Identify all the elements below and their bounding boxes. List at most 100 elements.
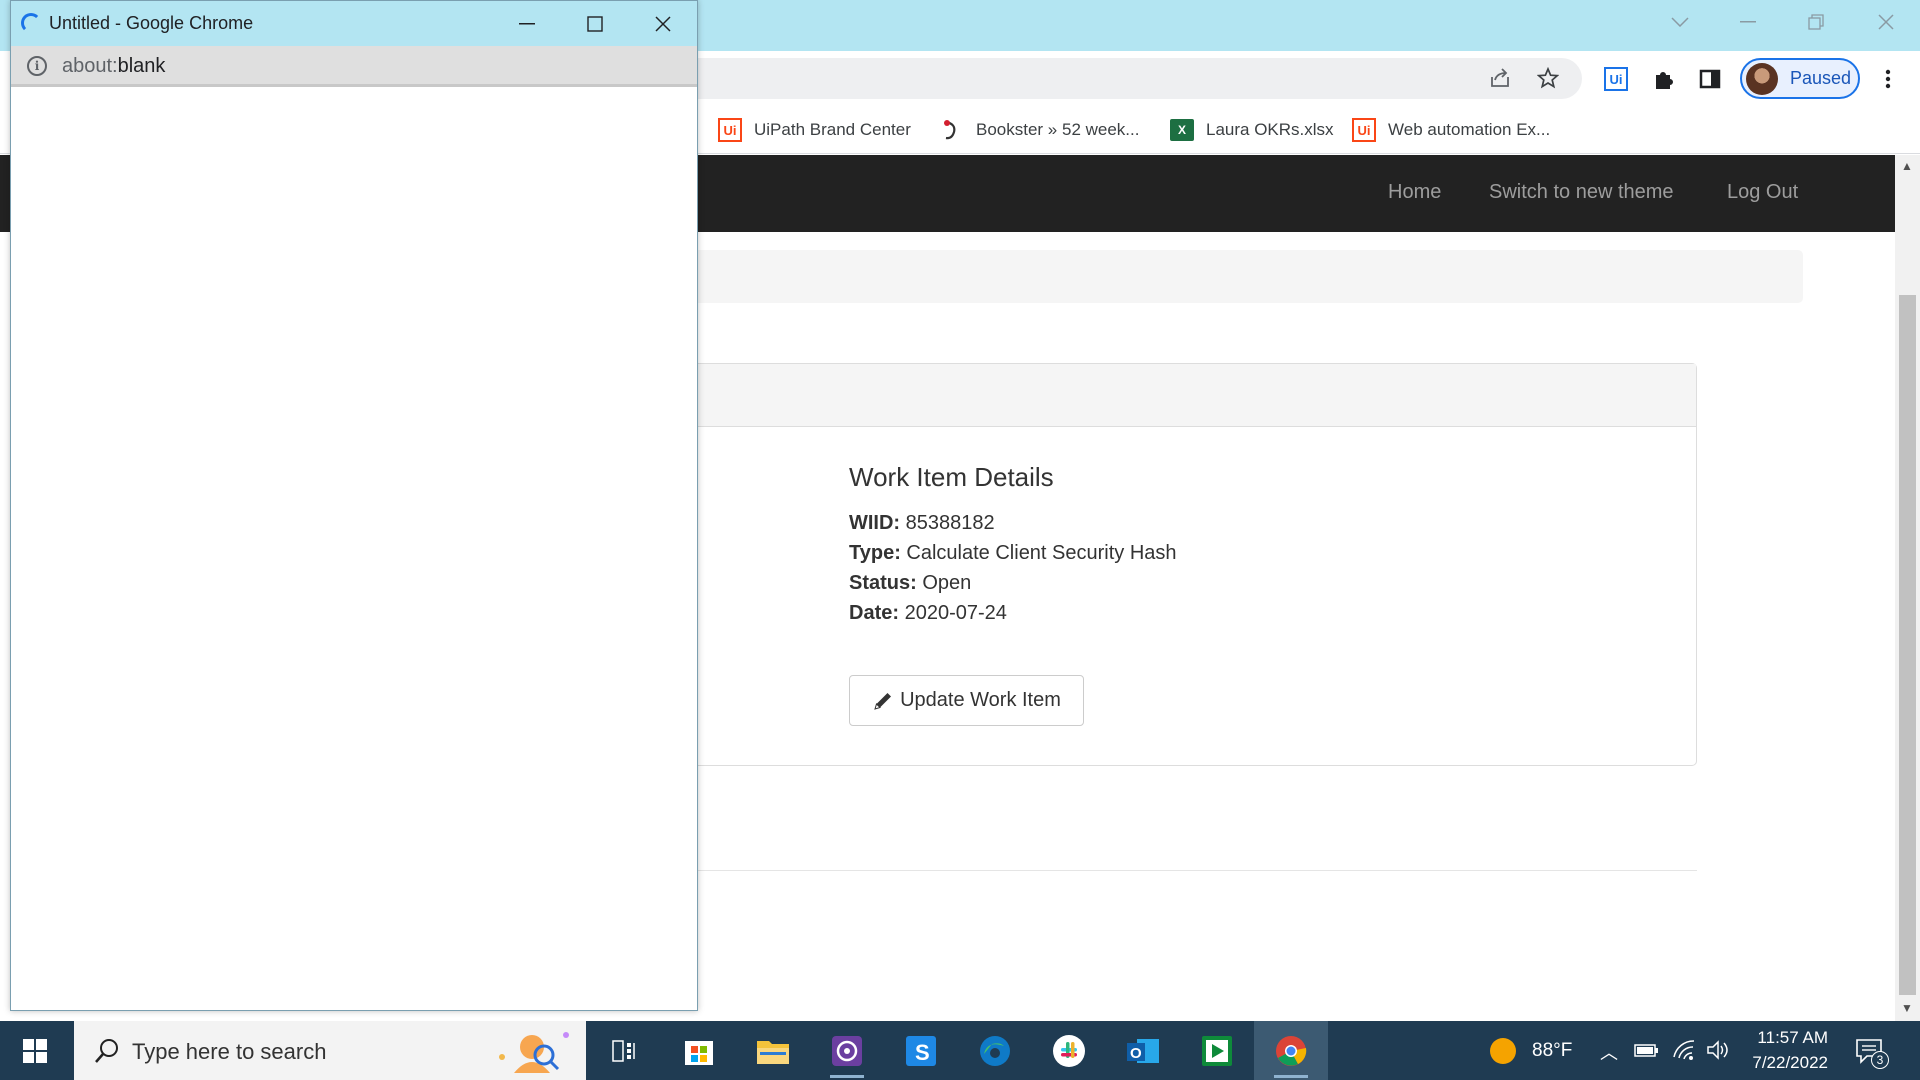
battery-icon[interactable] <box>1634 1041 1660 1059</box>
uipath-icon: Ui <box>718 118 742 142</box>
popup-maximize-button[interactable] <box>561 1 629 46</box>
wiid-value: 85388182 <box>905 512 995 534</box>
status-value: Open <box>922 572 972 594</box>
url-scheme: about: <box>62 55 118 77</box>
bookmark-web-automation[interactable]: Ui Web automation Ex... <box>1352 114 1550 146</box>
scroll-thumb[interactable] <box>1899 295 1916 995</box>
popup-titlebar[interactable]: Untitled - Google Chrome <box>11 1 697 46</box>
scroll-up-icon[interactable]: ▲ <box>1901 159 1913 173</box>
update-button-label: Update Work Item <box>900 689 1061 711</box>
extensions-puzzle-icon[interactable] <box>1647 63 1679 95</box>
page-scrollbar[interactable]: ▲ ▼ <box>1895 155 1920 1021</box>
close-window-button[interactable] <box>1852 0 1920 44</box>
search-highlight-icon <box>499 1032 569 1073</box>
type-value: Calculate Client Security Hash <box>906 542 1177 564</box>
clock-date[interactable]: 7/22/2022 <box>1738 1053 1828 1073</box>
avatar <box>1746 62 1778 95</box>
popup-minimize-button[interactable] <box>493 1 561 46</box>
task-view-button[interactable] <box>588 1021 662 1080</box>
side-panel-icon[interactable] <box>1694 63 1726 95</box>
taskbar-search-box[interactable]: Type here to search <box>74 1021 586 1080</box>
info-icon[interactable]: i <box>27 56 47 76</box>
taskbar-microsoft-store[interactable] <box>662 1021 736 1080</box>
url-host: blank <box>117 55 166 77</box>
wiid-label: WIID: <box>849 512 901 534</box>
windows-logo-icon <box>23 1038 47 1063</box>
address-bar[interactable] <box>650 58 1582 99</box>
date-value: 2020-07-24 <box>904 602 1007 624</box>
profile-status-label: Paused <box>1790 68 1852 88</box>
weather-sun-icon[interactable] <box>1490 1038 1516 1064</box>
popup-address-bar[interactable]: i about:blank <box>11 46 697 87</box>
volume-icon[interactable] <box>1706 1039 1730 1061</box>
folder-icon <box>757 1040 789 1064</box>
svg-text:O: O <box>1130 1045 1142 1062</box>
type-label: Type: <box>849 542 901 564</box>
popup-url: about:blank <box>62 55 165 78</box>
popup-close-button[interactable] <box>629 1 697 46</box>
taskbar-uipath-studio[interactable]: S <box>884 1021 958 1080</box>
nav-home-link[interactable]: Home <box>1388 181 1441 204</box>
windows-taskbar: Type here to search S O 88°F ︿ 11:57 AM … <box>0 1021 1920 1080</box>
running-indicator <box>1274 1075 1308 1078</box>
svg-text:S: S <box>915 1040 930 1065</box>
date-row: Date: 2020-07-24 <box>849 602 1007 625</box>
clock-time[interactable]: 11:57 AM <box>1748 1028 1828 1048</box>
minimize-button[interactable] <box>1714 0 1782 44</box>
profile-button[interactable]: Paused <box>1740 58 1860 99</box>
bookmark-label: UiPath Brand Center <box>754 120 911 139</box>
bookmark-bookster[interactable]: Bookster » 52 week... <box>940 114 1139 146</box>
type-row: Type: Calculate Client Security Hash <box>849 542 1177 565</box>
scroll-down-icon[interactable]: ▼ <box>1901 1001 1913 1015</box>
taskbar-media-player[interactable] <box>1180 1021 1254 1080</box>
page-title: Work Item Details <box>849 462 1054 492</box>
running-indicator <box>830 1075 864 1078</box>
start-button[interactable] <box>0 1021 70 1080</box>
bookmark-star-icon[interactable] <box>1532 62 1564 94</box>
status-row: Status: Open <box>849 572 971 595</box>
uipath-icon: Ui <box>1352 118 1376 142</box>
search-placeholder: Type here to search <box>132 1039 327 1064</box>
taskbar-file-explorer[interactable] <box>736 1021 810 1080</box>
breadcrumb <box>690 250 1803 303</box>
taskbar-uipath-assistant[interactable] <box>810 1021 884 1080</box>
update-work-item-button[interactable]: Update Work Item <box>849 675 1084 726</box>
panel-heading <box>690 364 1696 427</box>
excel-icon: X <box>1170 119 1194 141</box>
taskbar-edge[interactable] <box>958 1021 1032 1080</box>
taskbar-outlook[interactable]: O <box>1106 1021 1180 1080</box>
weather-temperature[interactable]: 88°F <box>1532 1040 1572 1062</box>
wifi-icon[interactable] <box>1672 1039 1696 1061</box>
chrome-icon <box>1276 1035 1307 1066</box>
chrome-menu-icon[interactable] <box>1872 63 1904 95</box>
tab-search-chevron-icon[interactable] <box>1646 0 1714 44</box>
bookmark-uipath-brand-center[interactable]: Ui UiPath Brand Center <box>718 114 911 146</box>
share-icon[interactable] <box>1484 62 1516 94</box>
uipath-extension-icon[interactable]: Ui <box>1600 63 1632 95</box>
popup-window[interactable]: Untitled - Google Chrome i about:blank <box>10 0 698 1011</box>
show-hidden-icons-chevron-icon[interactable]: ︿ <box>1600 1039 1618 1065</box>
nav-logout-link[interactable]: Log Out <box>1727 181 1798 204</box>
uipath-studio-icon: S <box>906 1035 936 1066</box>
store-icon <box>685 1040 713 1065</box>
slack-icon <box>1053 1034 1085 1067</box>
bookmark-label: Laura OKRs.xlsx <box>1206 120 1334 139</box>
bookmark-label: Bookster » 52 week... <box>976 120 1140 139</box>
outlook-icon: O <box>1127 1038 1159 1063</box>
notifications-button[interactable]: 3 <box>1855 1037 1889 1072</box>
bookmark-laura-okrs[interactable]: X Laura OKRs.xlsx <box>1170 114 1334 146</box>
search-icon <box>95 1039 118 1063</box>
date-label: Date: <box>849 602 900 624</box>
bookmark-label: Web automation Ex... <box>1388 120 1551 139</box>
pencil-icon <box>874 692 892 710</box>
media-player-icon <box>1202 1035 1232 1066</box>
nav-switch-theme-link[interactable]: Switch to new theme <box>1489 181 1674 204</box>
wiid-row: WIID: 85388182 <box>849 512 995 535</box>
bookster-icon <box>944 120 956 140</box>
taskbar-chrome[interactable] <box>1254 1021 1328 1080</box>
taskbar-slack[interactable] <box>1032 1021 1106 1080</box>
loading-spinner-icon <box>21 13 41 33</box>
uipath-assistant-icon <box>832 1035 862 1066</box>
restore-button[interactable] <box>1782 0 1850 44</box>
edge-icon <box>980 1035 1010 1066</box>
